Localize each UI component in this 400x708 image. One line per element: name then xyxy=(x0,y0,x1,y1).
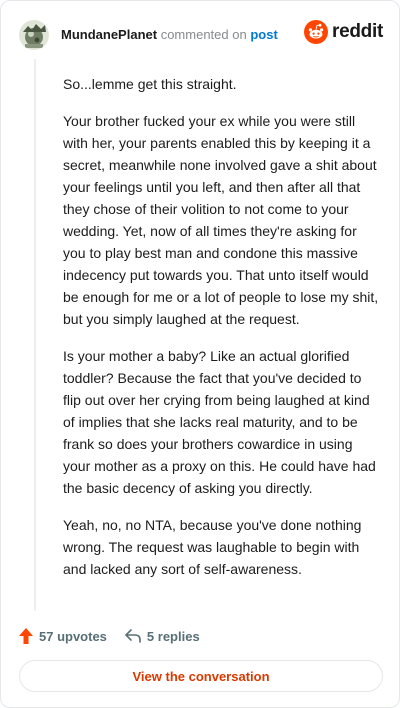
comment-actions: 57 upvotes 5 replies xyxy=(19,625,200,647)
username-link[interactable]: MundanePlanet xyxy=(61,27,157,42)
avatar[interactable] xyxy=(19,20,49,50)
reddit-logo-icon xyxy=(304,20,329,44)
upvote-arrow-icon xyxy=(19,628,33,644)
comment-body: So...lemme get this straight. Your broth… xyxy=(63,73,381,595)
reddit-wordmark: reddit xyxy=(332,21,383,42)
post-link[interactable]: post xyxy=(250,27,277,42)
comment-meta: MundanePlanet commented on post xyxy=(61,27,278,43)
upvote-button[interactable]: 57 upvotes xyxy=(19,628,107,644)
avatar-planet-icon xyxy=(19,20,49,50)
thread-line xyxy=(34,59,36,611)
replies-count: 5 replies xyxy=(146,628,200,644)
replies-button[interactable]: 5 replies xyxy=(125,629,200,644)
view-conversation-button[interactable]: View the conversation xyxy=(19,660,383,692)
comment-header: MundanePlanet commented on post reddit xyxy=(19,15,383,55)
reply-arrow-icon xyxy=(125,629,141,643)
comment-paragraph-2: Your brother fucked your ex while you we… xyxy=(63,113,379,327)
comment-card: MundanePlanet commented on post reddit S… xyxy=(0,0,400,708)
comment-paragraph-3: Is your mother a baby? Like an actual gl… xyxy=(63,348,376,496)
upvote-count: 57 upvotes xyxy=(39,628,107,644)
comment-paragraph-4: Yeah, no, no NTA, because you've done no… xyxy=(63,517,362,577)
commented-on-text: commented on xyxy=(160,27,247,42)
comment-paragraph-1: So...lemme get this straight. xyxy=(63,76,237,92)
reddit-brand[interactable]: reddit xyxy=(304,20,383,44)
